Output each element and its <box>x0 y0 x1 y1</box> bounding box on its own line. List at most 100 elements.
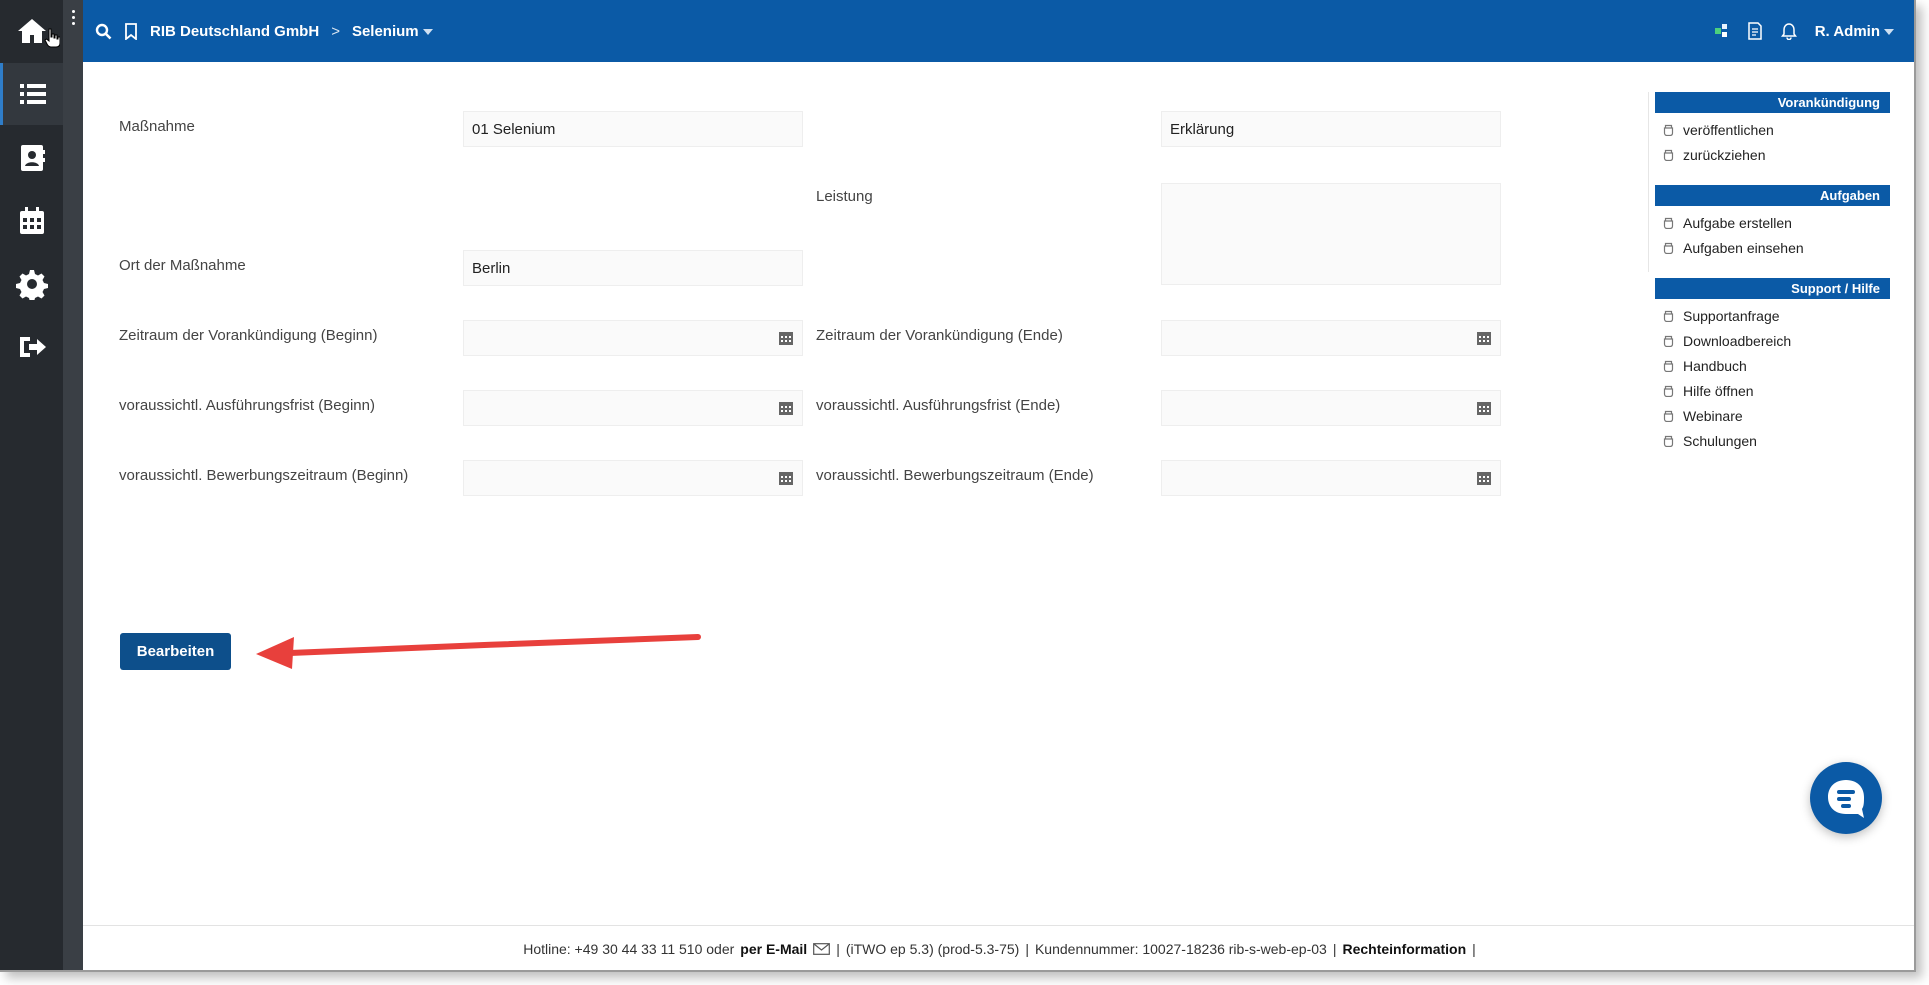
leistung-textarea[interactable] <box>1161 183 1501 285</box>
action-label: Webinare <box>1683 407 1743 424</box>
envelope-icon[interactable] <box>813 943 831 955</box>
action-label: Hilfe öffnen <box>1683 382 1754 399</box>
hand-pointer-icon <box>1663 310 1674 322</box>
action-zurueckziehen[interactable]: zurückziehen <box>1663 142 1890 167</box>
footer-customer-number: Kundennummer: 10027-18236 rib-s-web-ep-0… <box>1034 941 1327 957</box>
bell-icon[interactable] <box>1780 22 1797 40</box>
section-aufgaben: Aufgaben Aufgabe erstellen Aufgaben eins… <box>1655 185 1890 278</box>
action-aufgaben-einsehen[interactable]: Aufgaben einsehen <box>1663 235 1890 260</box>
chevron-down-icon <box>1884 28 1894 35</box>
vorank-beginn-label: Zeitraum der Vorankündigung (Beginn) <box>119 327 378 344</box>
action-handbuch[interactable]: Handbuch <box>1663 353 1890 378</box>
top-bar-actions: R. Admin <box>1713 0 1894 62</box>
bookmark-icon[interactable] <box>124 22 138 40</box>
action-hilfe-oeffnen[interactable]: Hilfe öffnen <box>1663 378 1890 403</box>
action-supportanfrage[interactable]: Supportanfrage <box>1663 303 1890 328</box>
hand-pointer-icon <box>1663 435 1674 447</box>
leistung-label: Leistung <box>816 188 873 205</box>
footer-email-link[interactable]: per E-Mail <box>740 941 807 957</box>
hand-pointer-icon <box>1663 149 1674 161</box>
home-icon <box>17 19 46 43</box>
hand-cursor-icon <box>44 28 60 48</box>
footer-separator: | <box>1472 941 1476 957</box>
chevron-down-icon <box>422 28 433 35</box>
right-panel: Vorankündigung veröffentlichen zurückzie… <box>1655 92 1890 471</box>
hand-pointer-icon <box>1663 410 1674 422</box>
ausf-beginn-date-field[interactable] <box>463 390 803 426</box>
calendar-icon <box>19 207 44 234</box>
footer-version: (iTWO ep 5.3) (prod-5.3-75) <box>845 941 1020 957</box>
calendar-icon[interactable] <box>778 330 794 346</box>
status-icon[interactable] <box>1713 23 1729 39</box>
contacts-icon <box>20 145 45 171</box>
calendar-icon[interactable] <box>1476 400 1492 416</box>
section-title: Vorankündigung <box>1655 92 1890 113</box>
hand-pointer-icon <box>1663 217 1674 229</box>
massnahme-field[interactable]: 01 Selenium <box>463 111 803 147</box>
bew-ende-label: voraussichtl. Bewerbungszeitraum (Ende) <box>816 467 1094 484</box>
breadcrumb: RIB Deutschland GmbH > Selenium <box>95 0 433 62</box>
footer-separator: | <box>1025 941 1029 957</box>
action-schulungen[interactable]: Schulungen <box>1663 428 1890 453</box>
calendar-icon[interactable] <box>778 400 794 416</box>
sidebar-item-logout[interactable] <box>0 316 63 378</box>
calendar-icon[interactable] <box>1476 470 1492 486</box>
sidebar-item-calendar[interactable] <box>0 190 63 252</box>
action-veroeffentlichen[interactable]: veröffentlichen <box>1663 117 1890 142</box>
ort-field[interactable]: Berlin <box>463 250 803 286</box>
vorank-ende-date-field[interactable] <box>1161 320 1501 356</box>
app-window: RIB Deutschland GmbH > Selenium R. Admin… <box>0 0 1916 972</box>
hand-pointer-icon <box>1663 242 1674 254</box>
sidebar-divider-strip <box>63 0 83 970</box>
breadcrumb-company[interactable]: RIB Deutschland GmbH <box>150 23 319 40</box>
action-label: Aufgaben einsehen <box>1683 239 1804 256</box>
logout-icon <box>19 337 46 357</box>
action-label: Handbuch <box>1683 357 1747 374</box>
action-aufgabe-erstellen[interactable]: Aufgabe erstellen <box>1663 210 1890 235</box>
hand-pointer-icon <box>1663 335 1674 347</box>
footer-separator: | <box>1332 941 1337 957</box>
footer-legal-link[interactable]: Rechteinformation <box>1342 941 1466 957</box>
ort-label: Ort der Maßnahme <box>119 257 246 274</box>
footer-hotline: Hotline: +49 30 44 33 11 510 oder <box>523 941 735 957</box>
chat-icon <box>1828 780 1864 818</box>
footer-separator: | <box>836 941 840 957</box>
bew-beginn-date-field[interactable] <box>463 460 803 496</box>
right-panel-divider <box>1648 92 1649 272</box>
sidebar-item-contacts[interactable] <box>0 127 63 189</box>
edit-button[interactable]: Bearbeiten <box>120 633 231 670</box>
section-vorankuendigung: Vorankündigung veröffentlichen zurückzie… <box>1655 92 1890 185</box>
ausf-ende-date-field[interactable] <box>1161 390 1501 426</box>
ausf-beginn-label: voraussichtl. Ausführungsfrist (Beginn) <box>119 397 375 414</box>
sidebar-item-list[interactable] <box>0 63 63 125</box>
action-webinare[interactable]: Webinare <box>1663 403 1890 428</box>
list-icon <box>20 84 46 104</box>
user-menu[interactable]: R. Admin <box>1815 23 1894 40</box>
sidebar <box>0 0 63 970</box>
action-label: zurückziehen <box>1683 146 1766 163</box>
action-label: Supportanfrage <box>1683 307 1780 324</box>
hand-pointer-icon <box>1663 360 1674 372</box>
erklaerung-field[interactable]: Erklärung <box>1161 111 1501 147</box>
search-icon[interactable] <box>95 23 112 40</box>
bew-ende-date-field[interactable] <box>1161 460 1501 496</box>
massnahme-value: 01 Selenium <box>472 120 556 138</box>
vorank-ende-label: Zeitraum der Vorankündigung (Ende) <box>816 327 1063 344</box>
calendar-icon[interactable] <box>778 470 794 486</box>
annotation-arrow-icon <box>256 634 701 669</box>
sidebar-item-settings[interactable] <box>0 253 63 315</box>
breadcrumb-project-dropdown[interactable]: Selenium <box>352 23 433 40</box>
kebab-menu-icon[interactable] <box>68 10 78 30</box>
calendar-icon[interactable] <box>1476 330 1492 346</box>
section-title: Aufgaben <box>1655 185 1890 206</box>
sidebar-item-home[interactable] <box>0 0 63 62</box>
document-icon[interactable] <box>1747 22 1763 40</box>
massnahme-label: Maßnahme <box>119 118 195 135</box>
section-title: Support / Hilfe <box>1655 278 1890 299</box>
footer: Hotline: +49 30 44 33 11 510 oder per E-… <box>83 925 1914 970</box>
chat-button[interactable] <box>1810 762 1882 834</box>
action-downloadbereich[interactable]: Downloadbereich <box>1663 328 1890 353</box>
action-label: Schulungen <box>1683 432 1757 449</box>
vorank-beginn-date-field[interactable] <box>463 320 803 356</box>
top-bar: RIB Deutschland GmbH > Selenium R. Admin <box>83 0 1914 62</box>
